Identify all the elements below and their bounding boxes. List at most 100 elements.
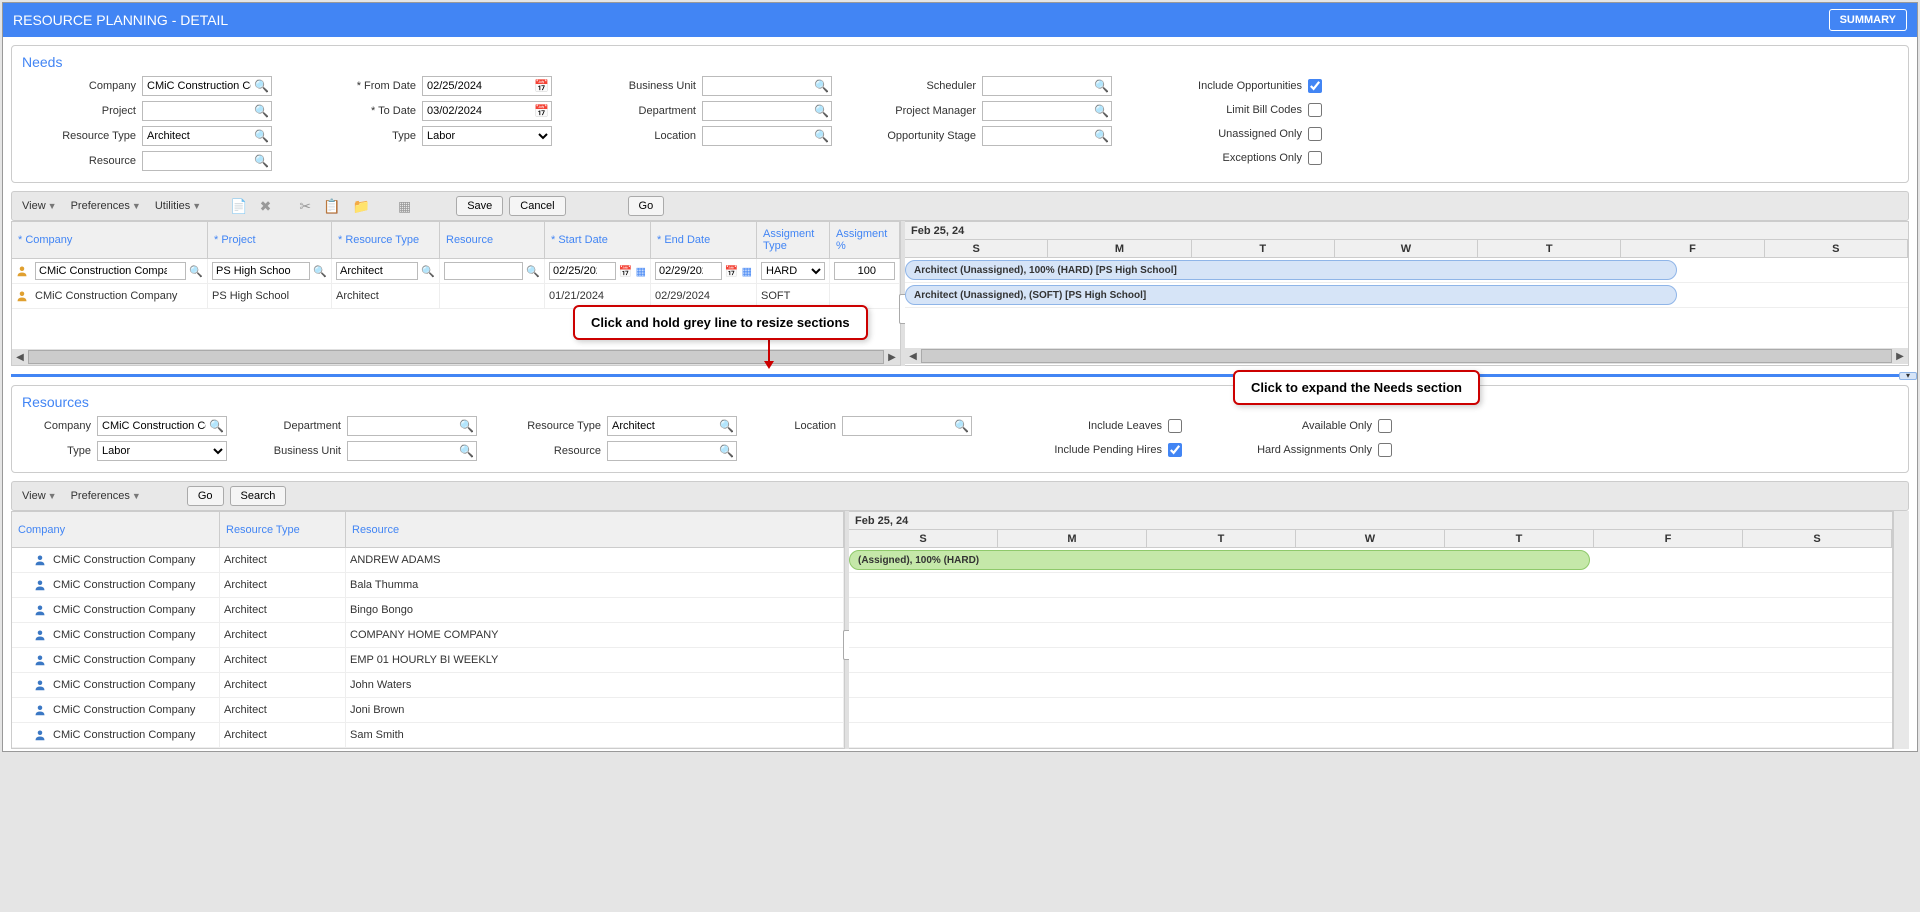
table-row[interactable]: CMiC Construction CompanyArchitectJoni B… <box>12 698 844 723</box>
calendar-picker-icon[interactable]: ▦ <box>636 265 646 278</box>
search-button[interactable]: Search <box>230 486 287 506</box>
from-date-input[interactable] <box>422 76 552 96</box>
resource-type-input[interactable] <box>607 416 737 436</box>
search-icon[interactable]: 🔍 <box>421 265 435 278</box>
to-date-input[interactable] <box>422 101 552 121</box>
gantt-bar[interactable]: Architect (Unassigned), 100% (HARD) [PS … <box>905 260 1677 280</box>
table-row[interactable]: CMiC Construction CompanyArchitectEMP 01… <box>12 648 844 673</box>
copy-icon[interactable]: 📋 <box>320 198 343 215</box>
project-cell-input[interactable] <box>212 262 310 280</box>
save-button[interactable]: Save <box>456 196 503 216</box>
search-icon[interactable]: 🔍 <box>459 419 474 433</box>
delete-icon[interactable]: ✖ <box>257 198 275 215</box>
search-icon[interactable]: 🔍 <box>189 265 203 278</box>
col-assign-type[interactable]: Assigment Type <box>757 222 830 258</box>
search-icon[interactable]: 🔍 <box>254 79 269 93</box>
business-unit-input[interactable] <box>702 76 832 96</box>
business-unit-input[interactable] <box>347 441 477 461</box>
calendar-icon[interactable]: 📅 <box>534 79 549 93</box>
calendar-icon[interactable]: 📅 <box>725 265 739 278</box>
col-end-date[interactable]: * End Date <box>651 222 757 258</box>
start-date-cell-input[interactable] <box>549 262 616 280</box>
view-menu[interactable]: View ▼ <box>18 198 61 214</box>
end-date-cell-input[interactable] <box>655 262 722 280</box>
col-resource-type[interactable]: Resource Type <box>220 512 346 548</box>
scroll-right-icon[interactable]: ▶ <box>1892 351 1908 362</box>
assign-pct-input[interactable] <box>834 262 895 280</box>
scroll-left-icon[interactable]: ◀ <box>905 351 921 362</box>
col-project[interactable]: * Project <box>208 222 332 258</box>
paste-icon[interactable]: 📁 <box>350 198 373 215</box>
unassigned-only-checkbox[interactable] <box>1308 127 1322 141</box>
table-row[interactable]: CMiC Construction CompanyArchitectANDREW… <box>12 548 844 573</box>
search-icon[interactable]: 🔍 <box>814 129 829 143</box>
department-input[interactable] <box>347 416 477 436</box>
col-resource[interactable]: Resource <box>440 222 545 258</box>
search-icon[interactable]: 🔍 <box>526 265 540 278</box>
vertical-scrollbar[interactable] <box>1893 511 1909 749</box>
project-input[interactable] <box>142 101 272 121</box>
include-opportunities-checkbox[interactable] <box>1308 79 1322 93</box>
col-assign-pct[interactable]: Assigment % <box>830 222 900 258</box>
opportunity-stage-input[interactable] <box>982 126 1112 146</box>
search-icon[interactable]: 🔍 <box>254 129 269 143</box>
gantt-bar[interactable]: Architect (Unassigned), (SOFT) [PS High … <box>905 285 1677 305</box>
cancel-button[interactable]: Cancel <box>509 196 565 216</box>
resource-type-cell-input[interactable] <box>336 262 418 280</box>
search-icon[interactable]: 🔍 <box>719 419 734 433</box>
assign-type-select[interactable]: HARD <box>761 262 825 280</box>
search-icon[interactable]: 🔍 <box>254 154 269 168</box>
col-start-date[interactable]: * Start Date <box>545 222 651 258</box>
limit-bill-codes-checkbox[interactable] <box>1308 103 1322 117</box>
detach-icon[interactable]: ▦ <box>395 198 414 215</box>
table-row[interactable]: CMiC Construction CompanyArchitectCOMPAN… <box>12 623 844 648</box>
search-icon[interactable]: 🔍 <box>814 104 829 118</box>
search-icon[interactable]: 🔍 <box>209 419 224 433</box>
exceptions-only-checkbox[interactable] <box>1308 151 1322 165</box>
col-resource-type[interactable]: * Resource Type <box>332 222 440 258</box>
table-row[interactable]: CMiC Construction CompanyArchitectBingo … <box>12 598 844 623</box>
table-row[interactable]: CMiC Construction CompanyArchitectSam Sm… <box>12 723 844 748</box>
preferences-menu[interactable]: Preferences ▼ <box>67 488 145 504</box>
company-input[interactable] <box>142 76 272 96</box>
col-resource[interactable]: Resource <box>346 512 844 548</box>
department-input[interactable] <box>702 101 832 121</box>
search-icon[interactable]: 🔍 <box>1094 129 1109 143</box>
include-leaves-checkbox[interactable] <box>1168 419 1182 433</box>
expand-handle-icon[interactable]: ▾ <box>1899 372 1917 380</box>
table-row[interactable]: CMiC Construction CompanyArchitectJohn W… <box>12 673 844 698</box>
gantt-bar[interactable]: (Assigned), 100% (HARD) <box>849 550 1590 570</box>
location-input[interactable] <box>702 126 832 146</box>
company-input[interactable] <box>97 416 227 436</box>
available-only-checkbox[interactable] <box>1378 419 1392 433</box>
location-input[interactable] <box>842 416 972 436</box>
company-cell-input[interactable] <box>35 262 186 280</box>
go-button[interactable]: Go <box>187 486 224 506</box>
view-menu[interactable]: View ▼ <box>18 488 61 504</box>
calendar-picker-icon[interactable]: ▦ <box>742 265 752 278</box>
search-icon[interactable]: 🔍 <box>254 104 269 118</box>
summary-button[interactable]: SUMMARY <box>1829 9 1907 31</box>
go-button[interactable]: Go <box>628 196 665 216</box>
search-icon[interactable]: 🔍 <box>954 419 969 433</box>
type-select[interactable]: Labor <box>97 441 227 461</box>
resource-input[interactable] <box>142 151 272 171</box>
search-icon[interactable]: 🔍 <box>1094 79 1109 93</box>
resource-cell-input[interactable] <box>444 262 523 280</box>
hard-assignments-only-checkbox[interactable] <box>1378 443 1392 457</box>
table-row[interactable]: CMiC Construction CompanyArchitectBala T… <box>12 573 844 598</box>
utilities-menu[interactable]: Utilities ▼ <box>151 198 205 214</box>
search-icon[interactable]: 🔍 <box>814 79 829 93</box>
col-company[interactable]: * Company <box>12 222 208 258</box>
scheduler-input[interactable] <box>982 76 1112 96</box>
add-icon[interactable]: 📄 <box>227 198 250 215</box>
search-icon[interactable]: 🔍 <box>719 444 734 458</box>
col-company[interactable]: Company <box>12 512 220 548</box>
search-icon[interactable]: 🔍 <box>313 265 327 278</box>
scroll-left-icon[interactable]: ◀ <box>12 352 28 363</box>
type-select[interactable]: Labor <box>422 126 552 146</box>
project-manager-input[interactable] <box>982 101 1112 121</box>
calendar-icon[interactable]: 📅 <box>619 265 633 278</box>
horizontal-scrollbar[interactable]: ◀ ▶ <box>905 348 1908 364</box>
cut-icon[interactable]: ✂ <box>296 198 314 215</box>
